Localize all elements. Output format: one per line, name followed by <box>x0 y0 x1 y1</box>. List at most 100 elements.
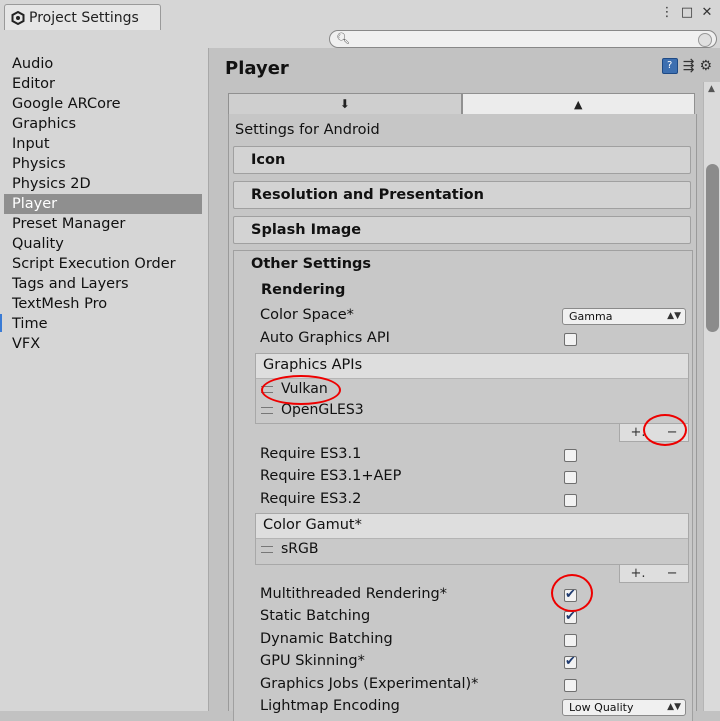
lightmap-encoding-value: Low Quality <box>569 701 634 714</box>
page-title: Player <box>225 58 289 79</box>
rendering-header: Rendering <box>261 282 346 298</box>
main-panel: Player ? ⇶ ⚙ ⬇ ▲ Settings for Android Ic… <box>209 48 720 721</box>
help-book-icon[interactable]: ? <box>661 58 678 74</box>
foldout-label: Resolution and Presentation <box>251 187 484 203</box>
gpu-skinning-checkbox[interactable] <box>564 654 577 669</box>
list-item-opengles3[interactable]: OpenGLES3 <box>261 402 364 418</box>
sidebar-item-quality[interactable]: Quality <box>4 234 202 254</box>
foldout-label: Icon <box>251 152 286 168</box>
kebab-menu-icon[interactable]: ⋮ <box>660 6 674 20</box>
drag-handle-icon[interactable] <box>261 545 273 553</box>
graphics-jobs-label: Graphics Jobs (Experimental)* <box>260 676 479 692</box>
search-input[interactable] <box>352 31 692 47</box>
sidebar-item-graphics[interactable]: Graphics <box>4 114 202 134</box>
color-gamut-label: Color Gamut* <box>263 517 362 533</box>
foldout-label: Splash Image <box>251 222 362 238</box>
sidebar-item-preset-manager[interactable]: Preset Manager <box>4 214 202 234</box>
graphics-apis-list: Graphics APIs Vulkan OpenGLES3 <box>255 353 689 424</box>
graphics-apis-footer: +. − <box>619 424 689 442</box>
sidebar-item-vfx[interactable]: VFX <box>4 334 202 354</box>
list-item-label: sRGB <box>281 541 319 557</box>
graphics-apis-label: Graphics APIs <box>263 357 363 373</box>
sidebar-item-audio[interactable]: Audio <box>4 54 202 74</box>
sidebar-item-script-execution-order[interactable]: Script Execution Order <box>4 254 202 274</box>
sidebar-item-player[interactable]: Player <box>4 194 202 214</box>
foldout-other-settings[interactable]: Other Settings <box>251 256 371 272</box>
foldout-splash-image[interactable]: Splash Image <box>233 216 691 244</box>
require-es31-label: Require ES3.1 <box>260 446 362 462</box>
window-buttons: ⋮ □ ✕ <box>660 6 714 20</box>
settings-panel: Settings for Android Icon Resolution and… <box>228 114 697 721</box>
dock-edge-marker <box>0 314 2 332</box>
multithreaded-rendering-label: Multithreaded Rendering* <box>260 586 447 602</box>
tab-title: Project Settings <box>29 10 139 26</box>
sidebar: Audio Editor Google ARCore Graphics Inpu… <box>0 48 209 711</box>
close-icon[interactable]: ✕ <box>700 6 714 20</box>
sidebar-item-physics-2d[interactable]: Physics 2D <box>4 174 202 194</box>
sidebar-item-textmesh-pro[interactable]: TextMesh Pro <box>4 294 202 314</box>
add-api-button[interactable]: +. <box>631 425 646 440</box>
auto-graphics-api-label: Auto Graphics API <box>260 330 390 346</box>
tab-standalone[interactable]: ⬇ <box>228 93 462 115</box>
color-gamut-list: Color Gamut* sRGB <box>255 513 689 565</box>
clear-search-button[interactable] <box>698 33 712 47</box>
settings-for-label: Settings for Android <box>235 122 380 138</box>
list-item-label: OpenGLES3 <box>281 402 364 418</box>
other-settings-section: Other Settings Rendering Color Space* Ga… <box>233 250 693 721</box>
project-settings-tab[interactable]: Project Settings <box>4 4 161 31</box>
color-space-dropdown[interactable]: Gamma ▲▼ <box>562 308 686 325</box>
remove-gamut-button[interactable]: − <box>667 566 678 581</box>
require-es32-label: Require ES3.2 <box>260 491 362 507</box>
list-item-srgb[interactable]: sRGB <box>261 541 318 557</box>
sidebar-item-editor[interactable]: Editor <box>4 74 202 94</box>
android-icon: ▲ <box>574 97 583 111</box>
sidebar-item-time[interactable]: Time <box>4 314 202 334</box>
static-batching-label: Static Batching <box>260 608 371 624</box>
auto-graphics-api-checkbox[interactable] <box>564 333 577 346</box>
foldout-icon-section[interactable]: Icon <box>233 146 691 174</box>
remove-api-button[interactable]: − <box>667 425 678 440</box>
require-es31-aep-label: Require ES3.1+AEP <box>260 468 402 484</box>
multithreaded-rendering-checkbox[interactable] <box>564 587 577 602</box>
sidebar-item-input[interactable]: Input <box>4 134 202 154</box>
dynamic-batching-label: Dynamic Batching <box>260 631 393 647</box>
add-gamut-button[interactable]: +. <box>631 566 646 581</box>
lightmap-encoding-dropdown[interactable]: Low Quality ▲▼ <box>562 699 686 716</box>
header-icons: ? ⇶ ⚙ <box>661 58 712 74</box>
gpu-skinning-label: GPU Skinning* <box>260 653 365 669</box>
list-item-vulkan[interactable]: Vulkan <box>261 381 328 397</box>
dynamic-batching-checkbox[interactable] <box>564 634 577 647</box>
static-batching-checkbox[interactable] <box>564 609 577 624</box>
lightmap-encoding-label: Lightmap Encoding <box>260 698 400 714</box>
sidebar-item-tags-and-layers[interactable]: Tags and Layers <box>4 274 202 294</box>
gear-icon[interactable]: ⚙ <box>699 58 712 74</box>
drag-handle-icon[interactable] <box>261 406 273 414</box>
scroll-up-arrow-icon[interactable]: ▲ <box>708 84 715 94</box>
color-space-value: Gamma <box>569 310 613 323</box>
scrollbar-thumb[interactable] <box>706 164 719 332</box>
color-space-label: Color Space* <box>260 307 354 323</box>
require-es32-checkbox[interactable] <box>564 494 577 507</box>
foldout-resolution-presentation[interactable]: Resolution and Presentation <box>233 181 691 209</box>
maximize-icon[interactable]: □ <box>680 6 694 20</box>
sidebar-item-google-arcore[interactable]: Google ARCore <box>4 94 202 114</box>
preset-sliders-icon[interactable]: ⇶ <box>683 58 695 74</box>
color-gamut-header: Color Gamut* <box>256 514 688 539</box>
drag-handle-icon[interactable] <box>261 385 273 393</box>
graphics-jobs-checkbox[interactable] <box>564 679 577 692</box>
download-arrow-icon: ⬇ <box>339 97 350 111</box>
vertical-scrollbar[interactable]: ▲ <box>703 82 720 711</box>
color-gamut-footer: +. − <box>619 565 689 583</box>
search-field[interactable]: 🔍︎ <box>329 30 717 48</box>
search-icon: 🔍︎ <box>336 32 350 45</box>
title-bar: Project Settings ⋮ □ ✕ <box>0 0 720 31</box>
unity-logo-icon <box>11 11 25 25</box>
sidebar-item-physics[interactable]: Physics <box>4 154 202 174</box>
dropdown-arrow-icon: ▲▼ <box>667 702 681 712</box>
tab-android[interactable]: ▲ <box>461 93 695 114</box>
platform-tabs: ⬇ ▲ <box>228 93 695 115</box>
list-item-label: Vulkan <box>281 381 328 397</box>
require-es31-aep-checkbox[interactable] <box>564 471 577 484</box>
graphics-apis-header: Graphics APIs <box>256 354 688 379</box>
require-es31-checkbox[interactable] <box>564 449 577 462</box>
